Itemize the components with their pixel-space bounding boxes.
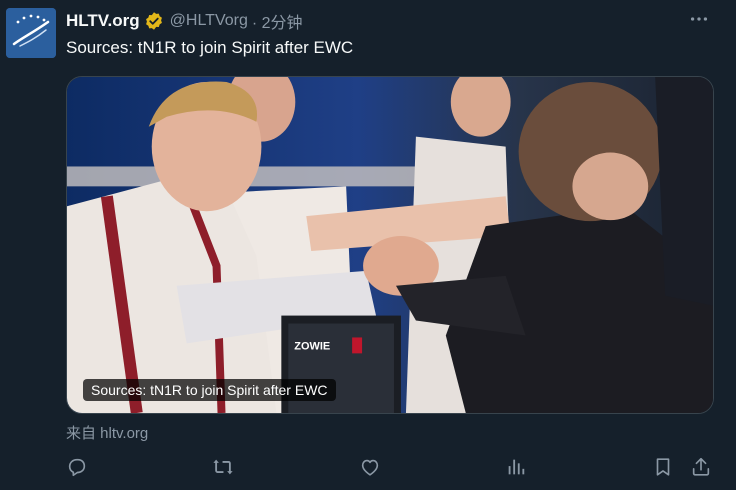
author-handle[interactable]: @HLTVorg <box>170 12 248 30</box>
tweet-text: Sources: tN1R to join Spirit after EWC <box>66 38 354 57</box>
verified-badge-icon[interactable] <box>144 11 164 31</box>
bookmark-icon[interactable] <box>652 456 676 480</box>
more-options-icon[interactable] <box>688 8 710 30</box>
link-card[interactable]: ZOWIE Sources: tN1R to join Spirit after… <box>66 76 714 414</box>
hltv-logo-icon <box>6 8 56 58</box>
tweet-header: HLTV.org @HLTVorg · 2分钟 <box>66 10 303 32</box>
analytics-icon[interactable] <box>505 456 529 480</box>
card-image: ZOWIE <box>67 77 713 413</box>
retweet-icon[interactable] <box>212 456 236 480</box>
tweet-time[interactable]: · 2分钟 <box>252 9 303 33</box>
like-icon[interactable] <box>359 456 383 480</box>
card-title: Sources: tN1R to join Spirit after EWC <box>83 379 336 401</box>
author-avatar[interactable] <box>6 8 56 58</box>
action-bar <box>66 456 714 482</box>
card-source[interactable]: 来自 hltv.org <box>66 422 148 443</box>
monitor-brand-text: ZOWIE <box>294 340 330 352</box>
share-icon[interactable] <box>690 456 714 480</box>
reply-icon[interactable] <box>66 456 90 480</box>
author-name[interactable]: HLTV.org <box>66 11 140 31</box>
